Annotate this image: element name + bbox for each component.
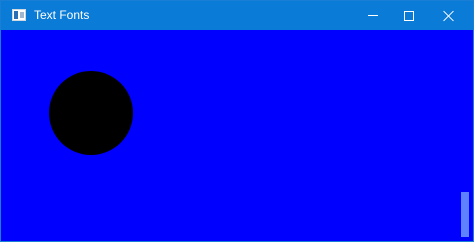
drawing-canvas[interactable] (6, 30, 469, 237)
maximize-icon (404, 10, 414, 21)
maximize-button[interactable] (391, 1, 427, 30)
app-window-icon (12, 9, 26, 21)
minimize-icon (368, 15, 378, 16)
black-circle (49, 71, 133, 155)
close-icon (443, 10, 455, 22)
minimize-button[interactable] (355, 1, 391, 30)
resize-edge[interactable] (461, 192, 469, 237)
app-window: Text Fonts (0, 0, 474, 242)
window-title: Text Fonts (34, 8, 90, 22)
close-button[interactable] (429, 1, 469, 30)
title-bar[interactable]: Text Fonts (1, 1, 473, 30)
